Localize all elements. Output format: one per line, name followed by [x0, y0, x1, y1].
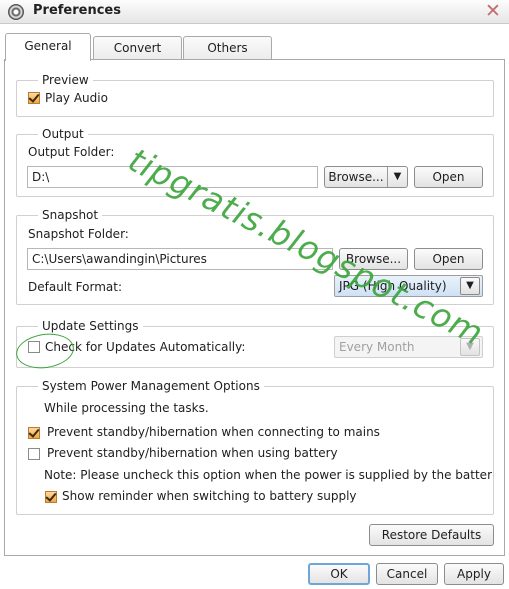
preview-legend: Preview — [38, 73, 93, 87]
prevent-battery-checkbox[interactable] — [28, 448, 40, 460]
prevent-mains-checkbox[interactable] — [28, 427, 40, 439]
output-open-button[interactable]: Open — [414, 166, 483, 188]
power-legend: System Power Management Options — [38, 379, 264, 393]
snapshot-legend: Snapshot — [38, 208, 103, 222]
app-icon — [8, 4, 24, 20]
tab-convert[interactable]: Convert — [93, 36, 182, 59]
output-folder-input[interactable]: D:\ — [27, 166, 318, 188]
default-format-select[interactable]: JPG (High Quality) ▼ — [334, 275, 483, 297]
restore-defaults-button[interactable]: Restore Defaults — [369, 524, 494, 546]
update-frequency-value: Every Month — [339, 340, 415, 354]
play-audio-label: Play Audio — [45, 91, 108, 105]
power-note: Note: Please uncheck this option when th… — [44, 468, 492, 482]
output-browse-button[interactable]: Browse... ▼ — [324, 166, 408, 188]
show-reminder-checkbox[interactable] — [45, 491, 57, 503]
default-format-value: JPG (High Quality) — [339, 279, 447, 293]
ok-button[interactable]: OK — [308, 563, 370, 585]
prevent-mains-label: Prevent standby/hibernation when connect… — [47, 425, 380, 439]
prevent-battery-label: Prevent standby/hibernation when using b… — [47, 446, 338, 460]
window-title: Preferences — [33, 3, 121, 18]
tab-general[interactable]: General — [5, 33, 91, 61]
update-legend: Update Settings — [38, 319, 143, 333]
cancel-button[interactable]: Cancel — [376, 563, 438, 585]
snapshot-open-button[interactable]: Open — [414, 248, 483, 270]
update-frequency-select[interactable]: Every Month ▼ — [334, 336, 483, 358]
chevron-down-icon[interactable]: ▼ — [460, 338, 480, 356]
show-reminder-label: Show reminder when switching to battery … — [62, 489, 357, 503]
tab-others[interactable]: Others — [183, 36, 272, 59]
snapshot-browse-button[interactable]: Browse... — [339, 248, 408, 270]
close-icon[interactable]: ✕ — [482, 1, 504, 21]
output-browse-dropdown-icon[interactable]: ▼ — [387, 167, 407, 187]
output-folder-label: Output Folder: — [28, 145, 115, 159]
output-legend: Output — [38, 127, 88, 141]
chevron-down-icon[interactable]: ▼ — [460, 277, 480, 295]
power-intro-text: While processing the tasks. — [44, 401, 209, 415]
snapshot-folder-label: Snapshot Folder: — [28, 227, 129, 241]
title-bar[interactable]: Preferences ✕ — [0, 0, 509, 24]
play-audio-checkbox[interactable] — [28, 92, 40, 104]
check-updates-checkbox[interactable] — [28, 341, 40, 353]
default-format-label: Default Format: — [28, 280, 122, 294]
output-browse-label: Browse... — [328, 170, 384, 184]
snapshot-folder-input[interactable]: C:\Users\awandingin\Pictures — [27, 248, 333, 270]
apply-button[interactable]: Apply — [444, 563, 504, 585]
check-updates-label: Check for Updates Automatically: — [45, 340, 246, 354]
